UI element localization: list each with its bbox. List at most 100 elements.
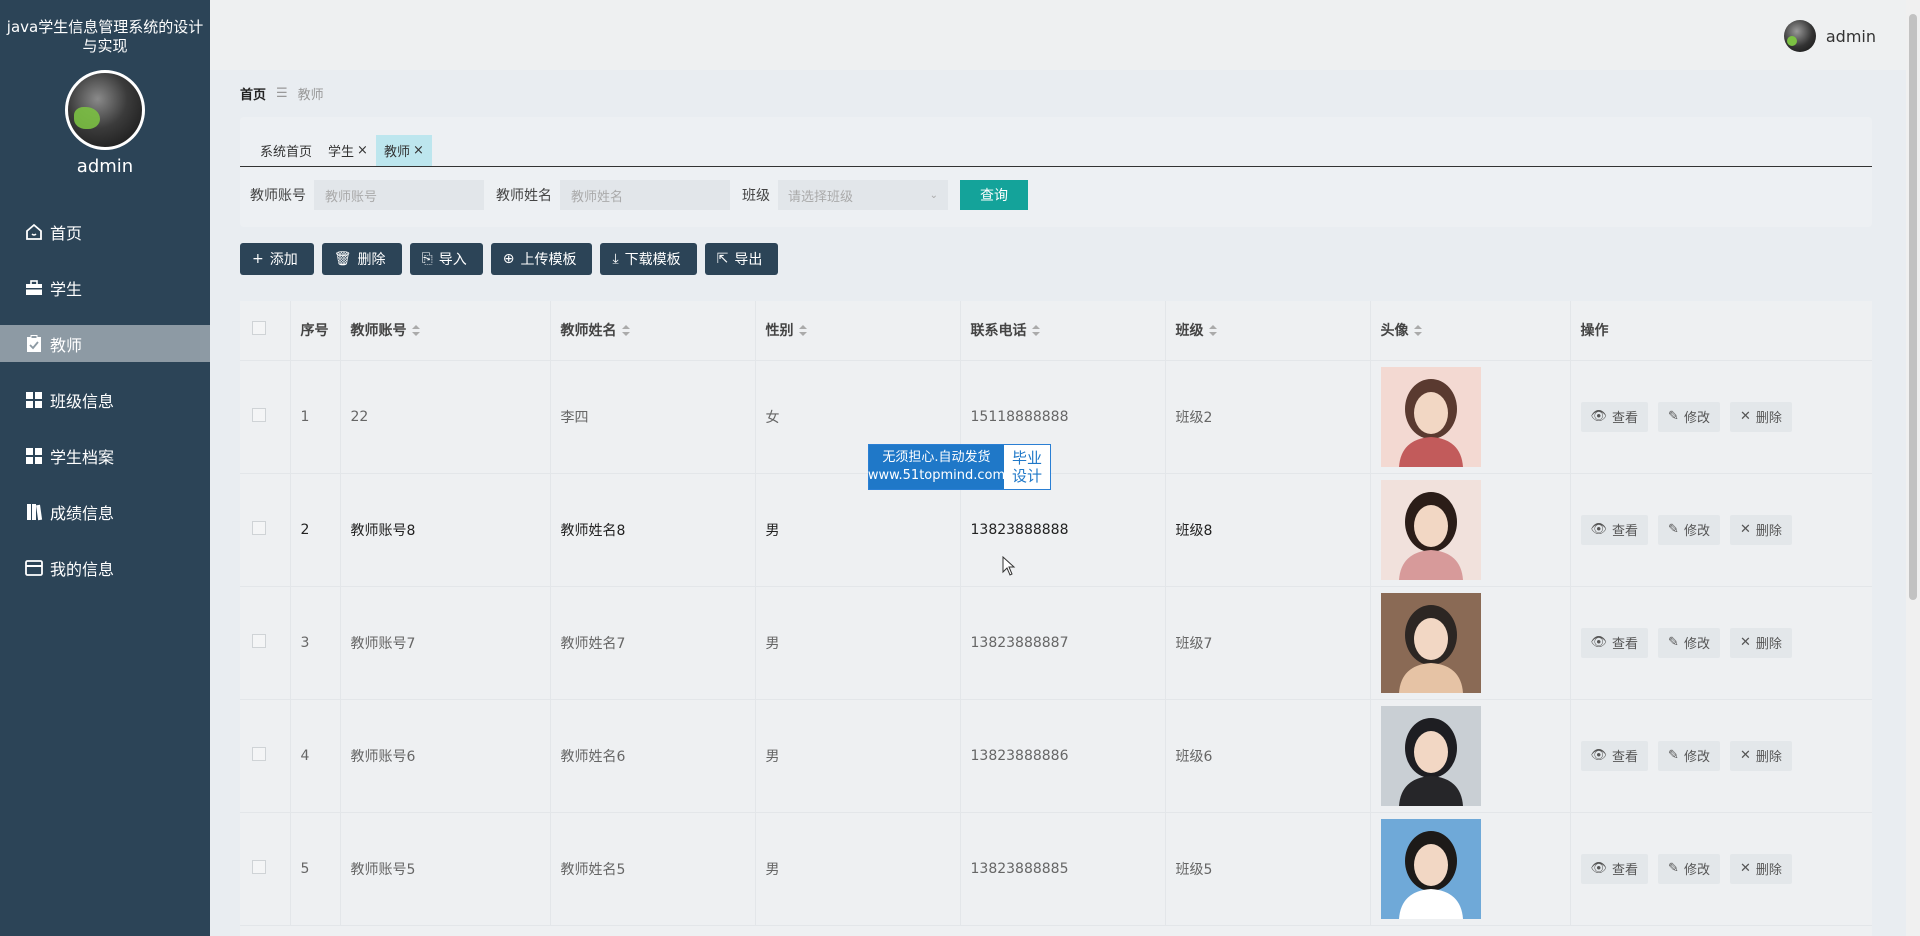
tab-label: 学生 [328, 145, 355, 160]
close-icon[interactable]: × [413, 143, 424, 158]
edit-button[interactable]: ✎ 修改 [1658, 740, 1720, 771]
sidebar-item-class-info[interactable]: 班级信息 [0, 372, 210, 428]
watermark-left: 无须担心.自动发货 www.51topmind.com [868, 445, 1005, 489]
tab-student[interactable]: 学生 × [320, 135, 376, 166]
upload-template-button[interactable]: ⊕ 上传模板 [490, 243, 593, 275]
sort-icon[interactable] [411, 325, 420, 337]
row-actions: 👁 查看 ✎ 修改 ✕ 删除 [1580, 740, 1872, 771]
cell-class: 班级5 [1165, 812, 1371, 926]
teacher-photo[interactable] [1380, 705, 1481, 806]
sort-icon[interactable] [1413, 325, 1422, 337]
teacher-account-input[interactable]: 教师账号 [314, 180, 484, 210]
class-select[interactable]: 请选择班级 ⌄ [778, 180, 948, 210]
edit-button[interactable]: ✎ 修改 [1658, 627, 1720, 658]
header-account[interactable]: 教师账号 [340, 301, 551, 361]
view-button[interactable]: 👁 查看 [1580, 514, 1649, 545]
teacher-name-input[interactable]: 教师姓名 [560, 180, 730, 210]
header-class[interactable]: 班级 [1165, 301, 1371, 361]
row-checkbox[interactable] [252, 746, 266, 761]
watermark-badge: 无须担心.自动发货 www.51topmind.com 毕业 设计 [868, 444, 1051, 490]
row-delete-button[interactable]: ✕ 删除 [1729, 514, 1792, 545]
eye-icon: 👁 [1590, 748, 1608, 763]
row-actions: 👁 查看 ✎ 修改 ✕ 删除 [1580, 627, 1872, 658]
close-icon[interactable]: × [357, 143, 368, 158]
cell-avatar [1370, 360, 1571, 474]
table-row: 5 教师账号5 教师姓名5 男 13823888885 班级5 👁 查看 ✎ 修改 … [240, 812, 1872, 926]
breadcrumb-home[interactable]: 首页 [240, 84, 266, 103]
toolbar: + 添加 🗑 删除 ⎘ 导入 ⊕ 上传模板 ⤓ 下载模板 ⇱ 导出 [240, 243, 779, 275]
row-checkbox[interactable] [252, 633, 266, 648]
sidebar-item-score-info[interactable]: 成绩信息 [0, 484, 210, 540]
sidebar-item-teacher[interactable]: 教师 [0, 325, 210, 362]
query-button[interactable]: 查询 [960, 180, 1028, 210]
select-all-checkbox[interactable] [252, 321, 266, 336]
row-checkbox[interactable] [252, 520, 266, 535]
header-avatar[interactable]: 头像 [1370, 301, 1571, 361]
sort-icon[interactable] [1031, 325, 1040, 337]
delete-label: 删除 [1755, 637, 1782, 652]
import-button[interactable]: ⎘ 导入 [409, 243, 483, 275]
add-button[interactable]: + 添加 [240, 243, 314, 275]
sidebar-item-label: 成绩信息 [50, 504, 115, 523]
cell-gender: 男 [755, 699, 961, 813]
cell-class: 班级6 [1165, 699, 1371, 813]
row-delete-button[interactable]: ✕ 删除 [1729, 401, 1792, 432]
export-label: 导出 [734, 252, 763, 268]
row-delete-button[interactable]: ✕ 删除 [1729, 853, 1792, 884]
view-button[interactable]: 👁 查看 [1580, 740, 1649, 771]
delete-button[interactable]: 🗑 删除 [321, 243, 402, 275]
close-icon: ✕ [1739, 409, 1751, 424]
scrollbar-thumb[interactable] [1909, 14, 1917, 600]
sidebar-item-student-archive[interactable]: 学生档案 [0, 428, 210, 484]
breadcrumb: 首页 ☰ 教师 [240, 84, 324, 103]
briefcase-icon [24, 278, 44, 298]
cell-account: 教师账号6 [340, 699, 551, 813]
sidebar-item-my-info[interactable]: 我的信息 [0, 540, 210, 596]
row-checkbox[interactable] [252, 407, 266, 422]
eye-icon: 👁 [1590, 522, 1608, 537]
edit-icon: ✎ [1668, 748, 1679, 763]
sidebar-item-label: 教师 [50, 335, 83, 355]
delete-label: 删除 [1755, 411, 1782, 426]
tab-system-home[interactable]: 系统首页 [252, 135, 320, 166]
sort-icon[interactable] [621, 325, 630, 337]
view-button[interactable]: 👁 查看 [1580, 401, 1649, 432]
sort-icon[interactable] [1208, 325, 1217, 337]
cell-account: 教师账号5 [340, 812, 551, 926]
download-template-button[interactable]: ⤓ 下载模板 [600, 243, 697, 275]
edit-button[interactable]: ✎ 修改 [1658, 514, 1720, 545]
teacher-photo[interactable] [1380, 366, 1481, 467]
download-template-label: 下载模板 [624, 252, 681, 268]
row-checkbox[interactable] [252, 859, 266, 874]
trash-icon: 🗑 [333, 251, 352, 267]
teacher-photo[interactable] [1380, 592, 1481, 693]
teacher-photo[interactable] [1380, 818, 1481, 919]
header-gender[interactable]: 性别 [755, 301, 961, 361]
edit-button[interactable]: ✎ 修改 [1658, 401, 1720, 432]
sidebar-item-home[interactable]: 首页 [0, 204, 210, 260]
header-name[interactable]: 教师姓名 [550, 301, 756, 361]
cell-account: 教师账号7 [340, 586, 551, 700]
user-menu[interactable]: admin [1783, 20, 1876, 52]
tab-teacher[interactable]: 教师 × [375, 135, 432, 166]
view-button[interactable]: 👁 查看 [1580, 853, 1649, 884]
view-button[interactable]: 👁 查看 [1580, 627, 1649, 658]
cell-account: 教师账号8 [340, 473, 551, 587]
header-label: 班级 [1175, 323, 1204, 340]
view-label: 查看 [1612, 411, 1639, 426]
row-delete-button[interactable]: ✕ 删除 [1729, 627, 1792, 658]
edit-button[interactable]: ✎ 修改 [1658, 853, 1720, 884]
edit-label: 修改 [1683, 750, 1710, 765]
page-scrollbar[interactable] [1906, 0, 1920, 936]
watermark-right2: 设计 [1011, 467, 1042, 485]
sidebar-item-student[interactable]: 学生 [0, 260, 210, 316]
grid-icon [24, 390, 44, 410]
export-button[interactable]: ⇱ 导出 [704, 243, 779, 275]
row-delete-button[interactable]: ✕ 删除 [1729, 740, 1792, 771]
header-phone[interactable]: 联系电话 [960, 301, 1166, 361]
cell-avatar [1370, 473, 1571, 587]
teacher-photo[interactable] [1380, 479, 1481, 580]
teacher-table: 序号 教师账号 教师姓名 性别 联系电话 班级 头像 操作 1 22 李四 女 … [240, 301, 1872, 936]
cell-actions: 👁 查看 ✎ 修改 ✕ 删除 [1570, 360, 1872, 474]
sort-icon[interactable] [798, 325, 807, 337]
